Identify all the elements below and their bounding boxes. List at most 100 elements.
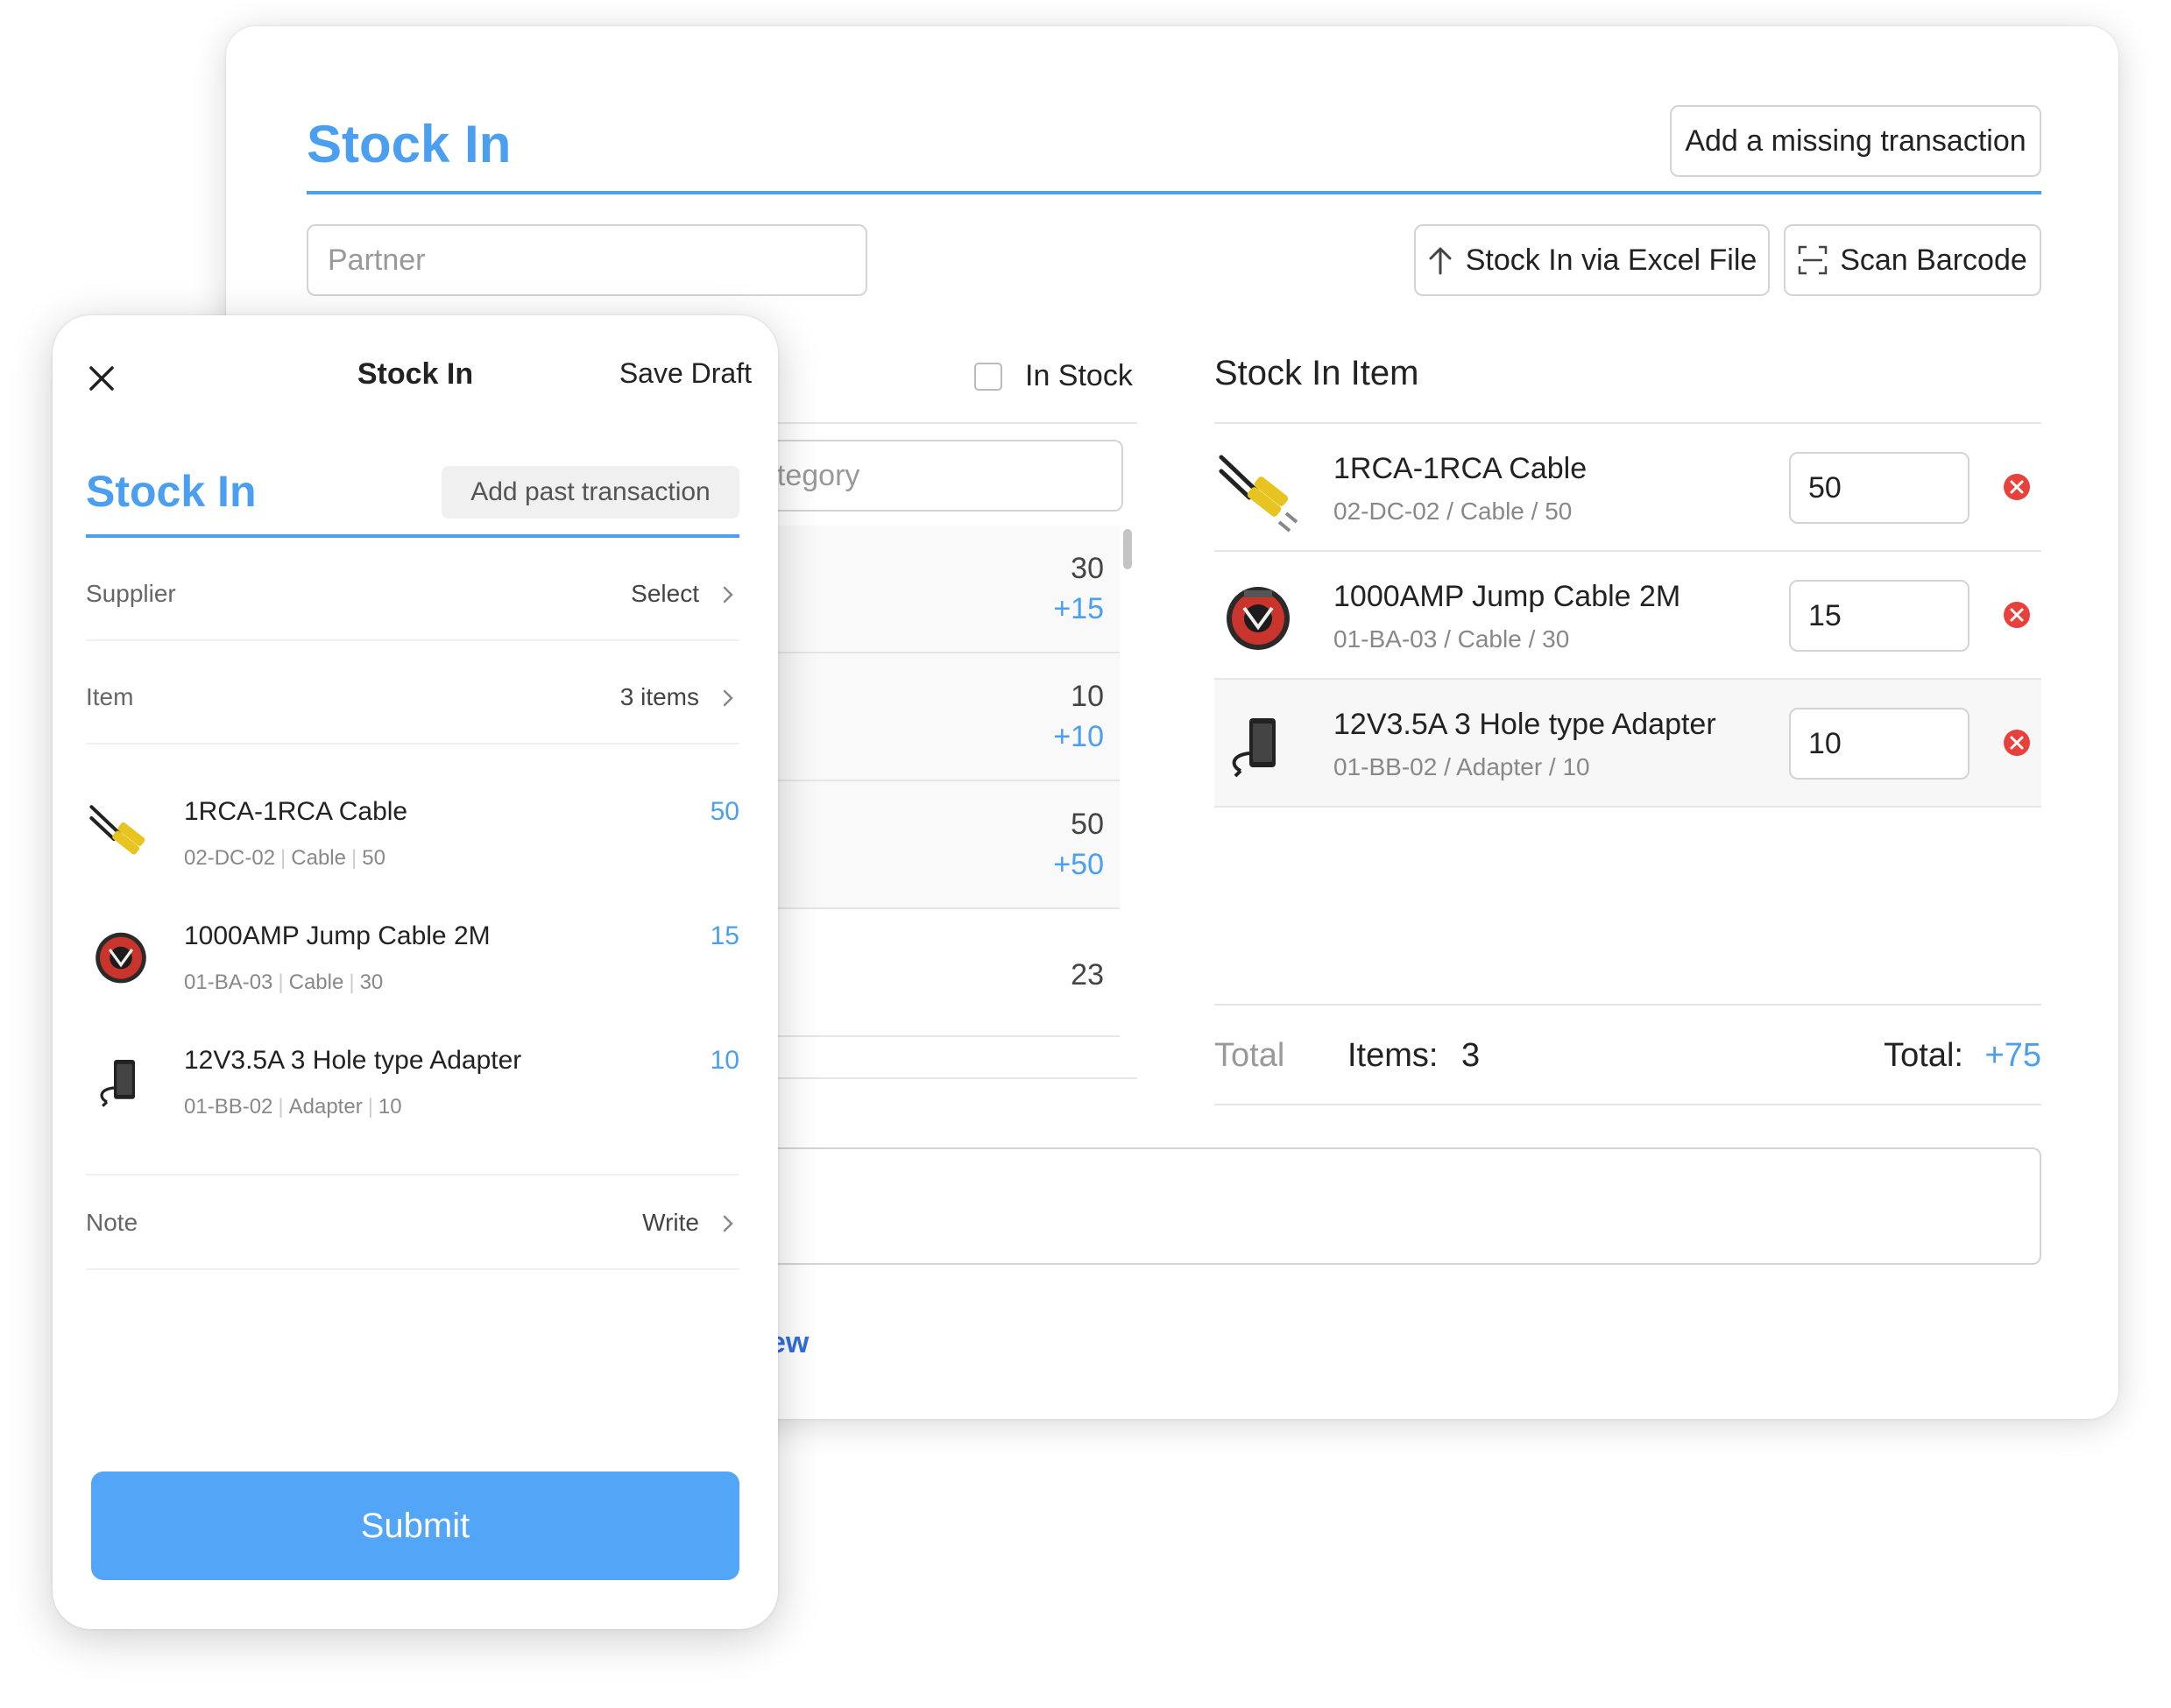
note-label: Note	[86, 1209, 138, 1236]
item-quantity: 10	[710, 1046, 739, 1075]
stock-in-items-title: Stock In Item	[1214, 354, 1419, 392]
in-stock-checkbox[interactable]	[974, 363, 1002, 391]
divider	[86, 1174, 739, 1175]
item-name: 1RCA-1RCA Cable	[1333, 452, 1588, 485]
item-count-value: 3 items	[619, 683, 699, 710]
list-item-delta: +10	[1053, 720, 1104, 753]
quantity-input[interactable]: 10	[1789, 708, 1969, 780]
item-stock: 10	[378, 1095, 402, 1119]
item-name: 12V3.5A 3 Hole type Adapter	[1333, 708, 1716, 741]
item-name: 1RCA-1RCA Cable	[184, 797, 408, 826]
stock-in-item-row: 1RCA-1RCA Cable 02-DC-02 / Cable / 50 50	[1214, 424, 2041, 552]
divider	[752, 1077, 1137, 1079]
item-name: 12V3.5A 3 Hole type Adapter	[184, 1046, 522, 1075]
note-field[interactable]: Note Write	[86, 1182, 739, 1270]
list-item-stock: 30	[1071, 552, 1104, 585]
add-past-transaction-button[interactable]: Add past transaction	[442, 466, 739, 519]
mobile-stock-in-sheet: Stock In Save Draft Stock In Add past tr…	[53, 315, 778, 1629]
item-name: 1000AMP Jump Cable 2M	[1333, 580, 1681, 613]
items-count-label: Items:	[1347, 1037, 1439, 1074]
item-stock: 50	[362, 846, 385, 870]
rca-cable-icon	[89, 805, 145, 855]
barcode-scan-icon	[1798, 245, 1828, 275]
item-name: 1000AMP Jump Cable 2M	[184, 921, 491, 950]
stock-in-item-row: 12V3.5A 3 Hole type Adapter 01-BB-02 / A…	[1214, 680, 2041, 808]
supplier-label: Supplier	[86, 580, 176, 607]
mobile-page-title: Stock In	[86, 467, 257, 516]
title-underline	[86, 534, 739, 538]
jump-cable-icon	[1227, 587, 1290, 650]
note-textarea[interactable]	[752, 1147, 2041, 1265]
list-item[interactable]: 12V3.5A 3 Hole type Adapter 01-BB-02 | Ada…	[86, 1046, 739, 1160]
list-item-delta: +50	[1053, 848, 1104, 881]
scrollbar-thumb[interactable]	[1123, 529, 1132, 569]
remove-item-icon[interactable]	[2003, 473, 2031, 501]
chevron-right-icon	[723, 586, 733, 603]
list-item-delta: +15	[1053, 592, 1104, 625]
partner-input[interactable]: Partner	[307, 224, 867, 296]
stock-in-item-row: 1000AMP Jump Cable 2M 01-BA-03 / Cable /…	[1214, 552, 2041, 680]
item-quantity: 50	[710, 797, 739, 826]
list-item[interactable]: er 10 +10	[752, 653, 1120, 781]
jump-cable-icon	[95, 932, 146, 984]
in-stock-label: In Stock	[1025, 359, 1133, 392]
total-label: Total	[1214, 1037, 1285, 1074]
list-item[interactable]: 1RCA-1RCA Cable 02-DC-02 | Cable | 50 50	[86, 797, 739, 911]
total-sum-value: +75	[1984, 1037, 2041, 1074]
note-value: Write	[642, 1209, 699, 1236]
quantity-input[interactable]: 50	[1789, 452, 1969, 524]
supplier-field[interactable]: Supplier Select	[86, 554, 739, 641]
items-count-value: 3	[1461, 1037, 1481, 1074]
item-label: Item	[86, 683, 134, 710]
product-list: 30 +15 er 10 +10 50 +50 23	[752, 526, 1120, 1037]
item-category: Cable	[291, 846, 346, 870]
item-quantity: 15	[710, 921, 739, 950]
stock-in-items-list: 1RCA-1RCA Cable 02-DC-02 / Cable / 50 50…	[1214, 424, 2041, 808]
item-category: Adapter	[288, 1095, 363, 1119]
scan-barcode-button[interactable]: Scan Barcode	[1784, 224, 2041, 296]
stock-in-excel-button[interactable]: Stock In via Excel File	[1414, 224, 1770, 296]
item-stock: 30	[359, 970, 384, 994]
list-item-stock: 23	[1071, 958, 1104, 992]
total-sum-label: Total:	[1884, 1037, 1963, 1074]
category-filter-input[interactable]: ategory	[752, 440, 1123, 512]
list-item-stock: 10	[1071, 680, 1104, 713]
total-sum: Total: +75	[1884, 1037, 2041, 1075]
scan-barcode-label: Scan Barcode	[1840, 243, 2027, 277]
chevron-right-icon	[723, 1215, 733, 1232]
item-category: Cable	[288, 970, 344, 994]
submit-button[interactable]: Submit	[91, 1472, 739, 1580]
save-draft-button[interactable]: Save Draft	[619, 357, 752, 390]
item-meta: 02-DC-02 / Cable / 50	[1333, 498, 1573, 525]
chevron-right-icon	[723, 689, 733, 707]
add-missing-transaction-button[interactable]: Add a missing transaction	[1670, 105, 2041, 177]
divider	[1214, 1004, 2041, 1006]
item-code: 01-BB-02	[184, 1095, 273, 1119]
remove-item-icon[interactable]	[2003, 601, 2031, 629]
list-item-stock: 50	[1071, 808, 1104, 841]
upload-arrow-icon	[1429, 247, 1452, 275]
page-title: Stock In	[307, 115, 512, 173]
divider	[1214, 1104, 2041, 1105]
list-item[interactable]: 30 +15	[752, 526, 1120, 653]
list-item[interactable]: 23	[752, 909, 1120, 1037]
item-meta: 01-BB-02 | Adapter | 10	[184, 1095, 402, 1119]
rca-cable-icon	[1219, 455, 1298, 533]
quantity-input[interactable]: 15	[1789, 580, 1969, 652]
item-meta: 02-DC-02 | Cable | 50	[184, 846, 385, 870]
items-count: Items: 3	[1347, 1037, 1480, 1075]
item-field[interactable]: Item 3 items	[86, 657, 739, 745]
item-meta: 01-BA-03 | Cable | 30	[184, 970, 384, 994]
item-code: 01-BA-03	[184, 970, 273, 994]
list-item[interactable]: 1000AMP Jump Cable 2M 01-BA-03 | Cable | 30 …	[86, 921, 739, 1035]
item-code: 02-DC-02	[184, 846, 276, 870]
supplier-value: Select	[631, 580, 699, 607]
item-meta: 01-BA-03 / Cable / 30	[1333, 625, 1570, 653]
remove-item-icon[interactable]	[2003, 729, 2031, 757]
list-item[interactable]: 50 +50	[752, 781, 1120, 909]
stock-in-excel-label: Stock In via Excel File	[1465, 243, 1757, 277]
title-underline	[307, 191, 2041, 194]
divider	[769, 422, 1137, 424]
adapter-icon	[1232, 718, 1276, 778]
adapter-icon	[100, 1060, 135, 1107]
